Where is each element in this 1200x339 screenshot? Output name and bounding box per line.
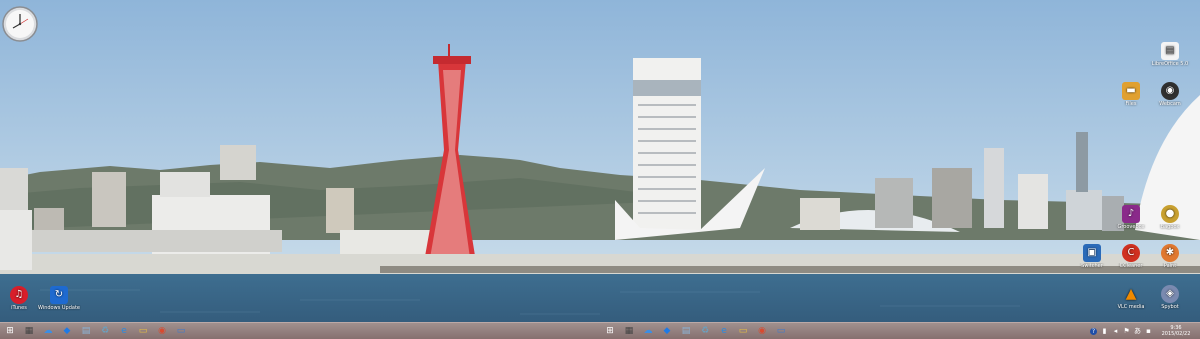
desktop-icon-bagbox[interactable]: ● Bagbox <box>1148 205 1192 230</box>
desktop-icon-label: CCleaner <box>1119 263 1143 269</box>
desktop-icon-label: LibreOffice 5.0 <box>1151 61 1189 67</box>
desktop-icon-itunes[interactable]: ♫ iTunes <box>0 286 41 311</box>
desktop-icon-label: Bagbox <box>1160 224 1180 230</box>
network-icon[interactable]: ▮ <box>1101 327 1108 335</box>
store-icon[interactable]: ▦ <box>623 325 635 337</box>
onedrive-icon[interactable]: ☁ <box>42 325 54 337</box>
desktop-icon-label: Windows Update <box>37 305 81 311</box>
desktop-icon-groovebox[interactable]: ♪ Groovebox <box>1109 205 1153 230</box>
cleaner-icon: C <box>1122 244 1140 262</box>
chrome-icon[interactable]: ◉ <box>756 325 768 337</box>
chrome-icon[interactable]: ◉ <box>156 325 168 337</box>
music-note-icon: ♫ <box>10 286 28 304</box>
desktop-icon-label: Files <box>1125 101 1137 107</box>
taskbar-pinned-secondary: ⊞ ▦ ☁ ◆ ▤ ♻ e ▭ ◉ ▭ <box>604 325 787 337</box>
desktop-icon-update[interactable]: ↻ Windows Update <box>37 286 81 311</box>
desktop-icon-label: Paint <box>1163 263 1177 269</box>
help-icon[interactable]: ? <box>1090 327 1097 335</box>
desktop-icon-vlc[interactable]: ▲ VLC media <box>1109 285 1153 310</box>
desktop-wallpaper <box>0 0 1200 324</box>
taskbar-pinned-left: ⊞ ▦ ☁ ◆ ▤ ♻ e ▭ ◉ ▭ <box>4 325 187 337</box>
ie-icon[interactable]: e <box>118 325 130 337</box>
dropbox-icon[interactable]: ◆ <box>661 325 673 337</box>
desktop-icon[interactable]: ▭ <box>775 325 787 337</box>
taskbar: ⊞ ▦ ☁ ◆ ▤ ♻ e ▭ ◉ ▭ ⊞ ▦ ☁ ◆ ▤ ♻ e ▭ ◉ ▭ ? ▮ ◂ ⚑ あ ▪ 9:36 2… <box>0 322 1200 339</box>
clock-date: 2015/02/22 <box>1161 331 1191 337</box>
desktop-icon-ccleaner[interactable]: C CCleaner <box>1109 244 1153 269</box>
volume-icon[interactable]: ◂ <box>1112 327 1119 335</box>
music-icon: ♪ <box>1122 205 1140 223</box>
desktop-icon-files[interactable]: ▬ Files <box>1109 82 1153 107</box>
switch-icon: ▣ <box>1083 244 1101 262</box>
system-tray: ? ▮ ◂ ⚑ あ ▪ 9:36 2015/02/22 <box>1090 324 1196 338</box>
start-button[interactable]: ⊞ <box>604 325 616 337</box>
onedrive-icon[interactable]: ☁ <box>642 325 654 337</box>
dropbox-icon[interactable]: ◆ <box>61 325 73 337</box>
palette-icon: ✱ <box>1161 244 1179 262</box>
flag-icon[interactable]: ⚑ <box>1123 327 1130 335</box>
explorer-icon[interactable]: ▭ <box>137 325 149 337</box>
clock-gadget[interactable] <box>2 6 38 42</box>
notepad-icon[interactable]: ▤ <box>80 325 92 337</box>
desktop-icon-paint[interactable]: ✱ Paint <box>1148 244 1192 269</box>
update-icon: ↻ <box>50 286 68 304</box>
document-icon: ▤ <box>1161 42 1179 60</box>
desktop-icon-label: Groovebox <box>1117 224 1145 230</box>
desktop-icon-label: Switcher <box>1081 263 1103 269</box>
store-icon[interactable]: ▦ <box>23 325 35 337</box>
bag-icon: ● <box>1161 205 1179 223</box>
shield-icon: ◈ <box>1161 285 1179 303</box>
recycle-icon[interactable]: ♻ <box>99 325 111 337</box>
camera-icon: ◉ <box>1161 82 1179 100</box>
desktop-icon-label: Webcam <box>1159 101 1181 107</box>
ie-icon[interactable]: e <box>718 325 730 337</box>
desktop-icon-webcam[interactable]: ◉ Webcam <box>1148 82 1192 107</box>
taskbar-clock[interactable]: 9:36 2015/02/22 <box>1156 325 1196 337</box>
desktop-icon-spybot[interactable]: ◈ Spybot <box>1148 285 1192 310</box>
explorer-icon[interactable]: ▭ <box>737 325 749 337</box>
vlc-icon: ▲ <box>1125 286 1137 302</box>
desktop-icon[interactable]: ▭ <box>175 325 187 337</box>
desktop-icon-switcher[interactable]: ▣ Switcher <box>1070 244 1114 269</box>
notepad-icon[interactable]: ▤ <box>680 325 692 337</box>
recycle-icon[interactable]: ♻ <box>699 325 711 337</box>
desktop-icon-label: VLC media <box>1117 304 1145 310</box>
start-button[interactable]: ⊞ <box>4 325 16 337</box>
desktop-icon-label: Spybot <box>1161 304 1179 310</box>
power-icon[interactable]: ▪ <box>1145 327 1152 335</box>
desktop-icon-libreoffice[interactable]: ▤ LibreOffice 5.0 <box>1148 42 1192 67</box>
desktop-icon-label: iTunes <box>11 305 27 311</box>
folder-icon: ▬ <box>1122 82 1140 100</box>
input-icon[interactable]: あ <box>1134 327 1141 335</box>
